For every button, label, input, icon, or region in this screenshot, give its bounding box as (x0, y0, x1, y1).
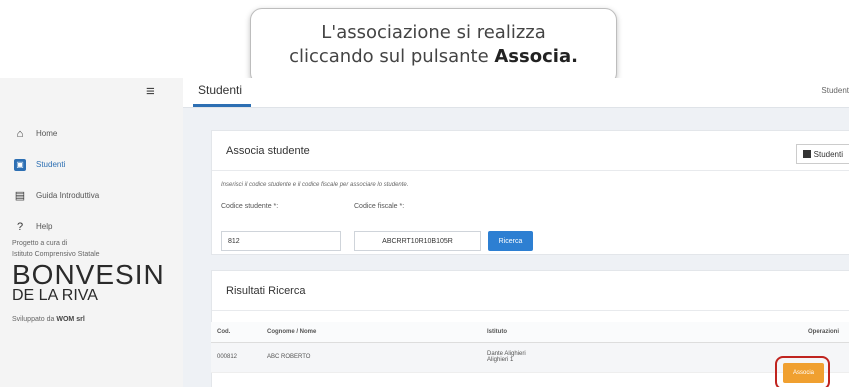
studenti-button[interactable]: Studenti (795, 144, 849, 164)
home-icon: ⌂ (16, 127, 24, 140)
sidebar: ≡ ⌂ Home ▣ Studenti ▤ Guida Introduttiva… (0, 78, 183, 387)
sidebar-item-label: Home (36, 129, 58, 138)
table-header-row: Cod. Cognome / Nome Istituto Operazioni (211, 322, 849, 343)
caption-line1: L'associazione si realizza (321, 22, 546, 43)
associa-panel-header: Associa studente Studenti (212, 131, 849, 171)
sidebar-nav: ⌂ Home ▣ Studenti ▤ Guida Introduttiva ?… (14, 118, 179, 242)
column-header-operazioni: Operazioni (731, 322, 849, 343)
codice-fiscale-label: Codice fiscale *: (354, 203, 405, 210)
associa-panel: Associa studente Studenti Inserisci il c… (211, 130, 849, 255)
codice-studente-input[interactable]: 812 (221, 231, 341, 251)
caption-line2-bold: Associa. (494, 46, 578, 67)
app-window: ≡ ⌂ Home ▣ Studenti ▤ Guida Introduttiva… (0, 78, 849, 387)
top-bar: Studenti Student (183, 78, 849, 108)
sidebar-item-label: Help (36, 222, 53, 231)
column-header-nome[interactable]: Cognome / Nome (261, 322, 481, 343)
cell-istituto: Dante Alighieri Alighieri 1 (481, 342, 731, 373)
codice-studente-label: Codice studente *: (221, 203, 279, 210)
school-logo-subtitle: DE LA RIVA (12, 287, 98, 304)
sidebar-item-studenti[interactable]: ▣ Studenti (14, 149, 179, 180)
associa-panel-title: Associa studente (226, 145, 310, 157)
students-icon: ▣ (14, 158, 26, 171)
instruction-caption: L'associazione si realizza cliccando sul… (250, 8, 617, 85)
developed-by: Sviluppato da WOM srl (12, 314, 177, 325)
caption-line2-text: cliccando sul pulsante (289, 46, 495, 67)
developer-name: WOM srl (56, 316, 85, 323)
column-header-cod[interactable]: Cod. (211, 322, 261, 343)
credits: Progetto a cura di Istituto Comprensivo … (12, 238, 177, 325)
developed-by-text: Sviluppato da (12, 316, 57, 323)
school-logo: BONVESIN (12, 259, 165, 290)
project-line1: Progetto a cura di (12, 240, 68, 247)
column-header-istituto[interactable]: Istituto (481, 322, 731, 343)
sidebar-item-home[interactable]: ⌂ Home (14, 118, 179, 149)
sidebar-item-guida[interactable]: ▤ Guida Introduttiva (14, 180, 179, 211)
breadcrumb[interactable]: Student (821, 86, 849, 95)
list-icon (802, 150, 811, 158)
page-title: Studenti (198, 83, 243, 97)
table-row: 000812 ABC ROBERTO Dante Alighieri Aligh… (211, 342, 849, 373)
results-panel-title: Risultati Ricerca (226, 285, 306, 297)
results-panel-header: Risultati Ricerca (212, 271, 849, 311)
help-icon: ? (16, 220, 24, 233)
document-icon: ▤ (14, 190, 26, 202)
sidebar-item-label: Guida Introduttiva (36, 191, 100, 200)
cell-cod: 000812 (211, 342, 261, 373)
hamburger-icon[interactable]: ≡ (146, 83, 155, 100)
studenti-button-label: Studenti (813, 149, 843, 159)
results-table: Cod. Cognome / Nome Istituto Operazioni … (211, 322, 849, 373)
istituto-line2: Alighieri 1 (487, 357, 514, 363)
ricerca-button[interactable]: Ricerca (488, 231, 533, 251)
codice-fiscale-input[interactable]: ABCRRT10R10B105R (354, 231, 481, 251)
associa-button-highlight (775, 356, 830, 387)
form-hint: Inserisci il codice studente e il codice… (221, 182, 409, 188)
active-tab-indicator (193, 104, 251, 107)
cell-nome: ABC ROBERTO (261, 342, 481, 373)
sidebar-item-label: Studenti (36, 160, 66, 169)
caption-line2: cliccando sul pulsante Associa. (251, 45, 616, 69)
